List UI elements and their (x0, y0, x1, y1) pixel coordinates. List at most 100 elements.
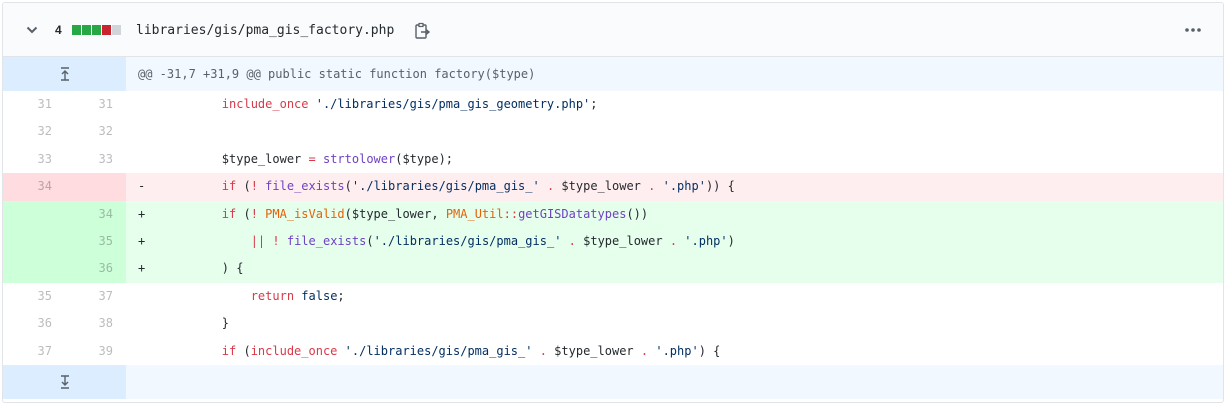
code-line: return false; (164, 283, 345, 310)
old-line-number[interactable] (3, 201, 52, 228)
old-line-number[interactable]: 34 (3, 173, 52, 200)
hunk-header-row: @@ -31,7 +31,9 @@ public static function… (3, 57, 1223, 91)
code-token: $type_lower (575, 233, 670, 248)
code-token: ( (344, 179, 352, 194)
kebab-horizontal-icon[interactable] (1183, 21, 1203, 39)
code-token: ; (590, 97, 598, 111)
diffstat-block (82, 25, 91, 35)
new-line-number[interactable]: 32 (52, 118, 113, 145)
code-line: if (include_once './libraries/gis/pma_gi… (164, 338, 721, 365)
code-token: './libraries/gis/pma_gis_geometry.php' (315, 97, 591, 111)
code-token: || (250, 233, 266, 248)
diffstat-block (92, 25, 101, 35)
code-line: if (! file_exists('./libraries/gis/pma_g… (164, 173, 735, 200)
line-numbers: 35 (3, 227, 126, 256)
new-line-number[interactable]: 37 (52, 283, 113, 310)
context-line: 35 37 return false; (3, 283, 1223, 310)
diffstat-block (72, 25, 81, 35)
clippy-icon[interactable] (413, 22, 431, 40)
code-line: include_once './libraries/gis/pma_gis_ge… (164, 91, 598, 118)
old-line-number[interactable]: 35 (3, 283, 52, 310)
deleted-line: 34- if (! file_exists('./libraries/gis/p… (3, 173, 1223, 201)
file-header: 4 libraries/gis/pma_gis_factory.php (3, 3, 1223, 57)
code-token: ! (250, 206, 258, 221)
chevron-down-icon[interactable] (24, 22, 40, 38)
code-token: :: (503, 206, 519, 221)
code-token: '.php' (655, 343, 699, 358)
old-line-number[interactable] (3, 228, 52, 255)
hunk-header-text: @@ -31,7 +31,9 @@ public static function… (138, 67, 536, 81)
code-token: include_once (221, 97, 309, 111)
added-line: 36 + ) { (3, 255, 1223, 283)
old-line-number[interactable]: 37 (3, 338, 52, 365)
diff-sign: + (138, 206, 146, 221)
line-numbers: 31 31 (3, 91, 126, 118)
new-line-number[interactable]: 34 (52, 201, 113, 228)
expand-down-cell[interactable] (3, 364, 126, 399)
code-token: $type_lower (546, 343, 641, 358)
code-token: } (164, 316, 230, 331)
new-line-number[interactable]: 38 (52, 310, 113, 337)
new-line-number[interactable]: 35 (52, 228, 113, 255)
code-token: ( (236, 343, 251, 358)
code-token: ($type_lower, (344, 206, 446, 221)
code-token: $type_lower (554, 179, 649, 194)
new-line-number[interactable]: 31 (52, 91, 113, 118)
diff-sign (126, 310, 164, 337)
new-line-number[interactable] (52, 173, 113, 200)
code-line: } (164, 310, 229, 337)
expand-up-cell[interactable] (3, 57, 126, 91)
added-line: 34 + if (! PMA_isValid($type_lower, PMA_U… (3, 200, 1223, 228)
old-line-number[interactable]: 31 (3, 91, 52, 118)
added-line: 35 + || ! file_exists('./libraries/gis/pm… (3, 227, 1223, 256)
code-token: ( (366, 233, 374, 248)
new-line-number[interactable]: 33 (52, 146, 113, 173)
line-numbers: 34 (3, 200, 126, 228)
code-token: './libraries/gis/pma_gis_' (351, 179, 540, 194)
context-line: 32 32 (3, 118, 1223, 145)
code-token: ($type); (395, 151, 454, 166)
code-token: '.php' (684, 233, 728, 248)
unfold-up-icon[interactable] (57, 67, 73, 81)
old-line-number[interactable] (3, 255, 52, 282)
code-token: if (221, 343, 237, 358)
code-token: if (221, 206, 237, 221)
new-line-number[interactable]: 36 (52, 255, 113, 282)
code-token: PMA_isValid (265, 206, 345, 221)
file-name-link[interactable]: libraries/gis/pma_gis_factory.php (136, 22, 394, 39)
code-token: $type_lower (164, 151, 309, 166)
diff-sign: + (138, 233, 146, 248)
code-line: ) { (164, 255, 244, 282)
unfold-down-icon[interactable] (57, 375, 73, 389)
code-token: file_exists (265, 179, 345, 194)
code-token: if (221, 179, 237, 194)
code-token: './libraries/gis/pma_gis_' (373, 233, 562, 248)
code-token: ) { (164, 261, 244, 276)
old-line-number[interactable]: 32 (3, 118, 52, 145)
code-token: ()) (626, 206, 649, 221)
code-token: = (308, 151, 316, 166)
code-token: ( (236, 206, 251, 221)
old-line-number[interactable]: 33 (3, 146, 52, 173)
code-token: ! (272, 233, 280, 248)
code-token: strtolower (322, 151, 396, 166)
new-line-number[interactable]: 39 (52, 338, 113, 365)
old-line-number[interactable]: 36 (3, 310, 52, 337)
diff-sign: + (138, 261, 146, 276)
code-token: return (250, 288, 295, 303)
line-numbers: 32 32 (3, 118, 126, 145)
hunk-footer-row (3, 364, 1223, 399)
code-token: './libraries/gis/pma_gis_' (344, 343, 533, 358)
code-token: PMA_Util (445, 206, 504, 221)
